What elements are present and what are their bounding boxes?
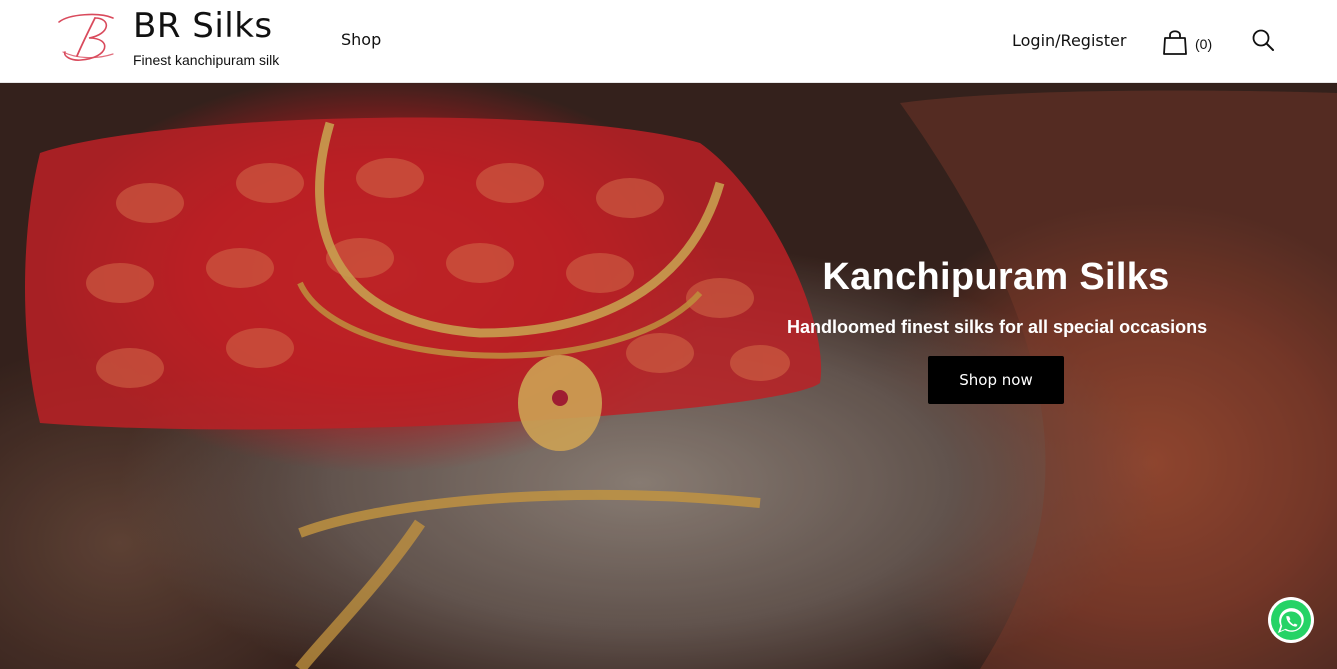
brand-name[interactable]: BR Silks bbox=[133, 6, 273, 46]
hero-content: Kanchipuram Silks Handloomed finest silk… bbox=[787, 256, 1208, 404]
shop-now-button[interactable]: Shop now bbox=[928, 356, 1064, 404]
whatsapp-chat-button[interactable] bbox=[1267, 596, 1315, 644]
hero-subtitle: Handloomed finest silks for all special … bbox=[787, 317, 1208, 337]
script-b-logo-icon bbox=[58, 13, 114, 61]
cart-count: (0) bbox=[1195, 36, 1213, 52]
search-button[interactable] bbox=[1251, 28, 1275, 52]
hero-title: Kanchipuram Silks bbox=[822, 256, 1170, 298]
cart-button[interactable]: (0) bbox=[1162, 26, 1212, 56]
whatsapp-icon bbox=[1268, 597, 1314, 643]
site-header: BR Silks Finest kanchipuram silk Shop Lo… bbox=[0, 0, 1337, 83]
shopping-bag-icon bbox=[1163, 30, 1187, 55]
hero-banner: Kanchipuram Silks Handloomed finest silk… bbox=[0, 83, 1337, 669]
login-register-link[interactable]: Login/Register bbox=[1012, 31, 1126, 50]
brand-tagline: Finest kanchipuram silk bbox=[133, 52, 280, 68]
nav-shop-link[interactable]: Shop bbox=[341, 30, 381, 49]
brand-logo[interactable] bbox=[55, 12, 117, 66]
search-icon bbox=[1252, 29, 1274, 51]
